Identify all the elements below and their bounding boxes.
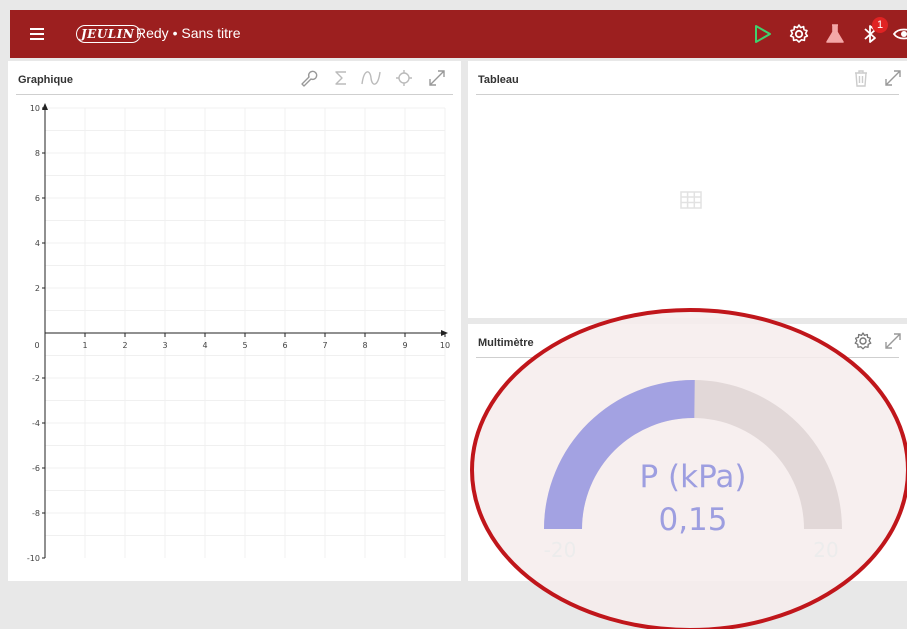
- table-panel-title: Tableau: [478, 74, 519, 86]
- table-panel: Tableau: [468, 61, 907, 318]
- trash-icon[interactable]: [850, 67, 872, 89]
- graph-panel-divider: [16, 94, 453, 95]
- expand-icon[interactable]: [426, 67, 448, 89]
- multimeter-panel: Multimètre: [468, 324, 907, 581]
- expand-icon[interactable]: [882, 67, 904, 89]
- flask-icon[interactable]: [823, 22, 847, 46]
- wrench-icon[interactable]: [297, 67, 319, 89]
- jeulin-logo: JEULIN: [76, 22, 142, 46]
- x-tick-label: 4: [202, 341, 207, 350]
- multimeter-panel-divider: [476, 357, 899, 358]
- top-app-bar: JEULIN Redy • Sans titre 1: [10, 10, 907, 58]
- x-tick-label: 1: [82, 341, 87, 350]
- multimeter-panel-title: Multimètre: [478, 337, 534, 349]
- y-tick-label: -10: [27, 554, 40, 563]
- y-tick-label: 6: [35, 194, 40, 203]
- x-tick-label: 6: [282, 341, 287, 350]
- y-tick-label: 4: [35, 239, 40, 248]
- graph-chart[interactable]: 0 1 2 3 4 5 6 7 8 9 10 10 8 6 4 2 -2 -4 -6 -8 -10: [8, 61, 461, 581]
- table-icon: [680, 191, 702, 209]
- table-panel-divider: [476, 94, 899, 95]
- x-tick-label: 7: [322, 341, 327, 350]
- play-icon[interactable]: [750, 22, 774, 46]
- x-axis-arrow: [441, 330, 448, 336]
- y-tick-label: 2: [35, 284, 40, 293]
- y-tick-label: 10: [30, 104, 40, 113]
- x-tick-label: 9: [402, 341, 407, 350]
- graph-panel: Graphique 0 1 2 3 4 5 6 7 8 9 10 10 8 6 4 2 -2 -4 -6 -8 -10: [8, 61, 461, 581]
- x-tick-label: 8: [362, 341, 367, 350]
- document-title: Redy • Sans titre: [136, 25, 241, 41]
- x-tick-label: 3: [162, 341, 167, 350]
- curve-icon[interactable]: [360, 67, 382, 89]
- settings-icon[interactable]: [787, 22, 811, 46]
- target-icon[interactable]: [393, 67, 415, 89]
- y-axis-arrow: [42, 103, 48, 110]
- sigma-icon[interactable]: [330, 67, 352, 89]
- settings-icon[interactable]: [852, 330, 874, 352]
- menu-icon[interactable]: [28, 24, 48, 44]
- x-tick-label: 5: [242, 341, 247, 350]
- y-tick-label: -6: [32, 464, 40, 473]
- eye-icon[interactable]: [892, 22, 907, 46]
- y-tick-label: -4: [32, 419, 40, 428]
- y-tick-label: -8: [32, 509, 40, 518]
- x-tick-label: 0: [34, 341, 39, 350]
- x-tick-label: 10: [440, 341, 450, 350]
- logo-text: JEULIN: [76, 25, 142, 43]
- y-tick-label: -2: [32, 374, 40, 383]
- y-tick-label: 8: [35, 149, 40, 158]
- graph-panel-title: Graphique: [18, 74, 74, 86]
- x-tick-label: 2: [122, 341, 127, 350]
- expand-icon[interactable]: [882, 330, 904, 352]
- notification-badge: 1: [872, 17, 888, 33]
